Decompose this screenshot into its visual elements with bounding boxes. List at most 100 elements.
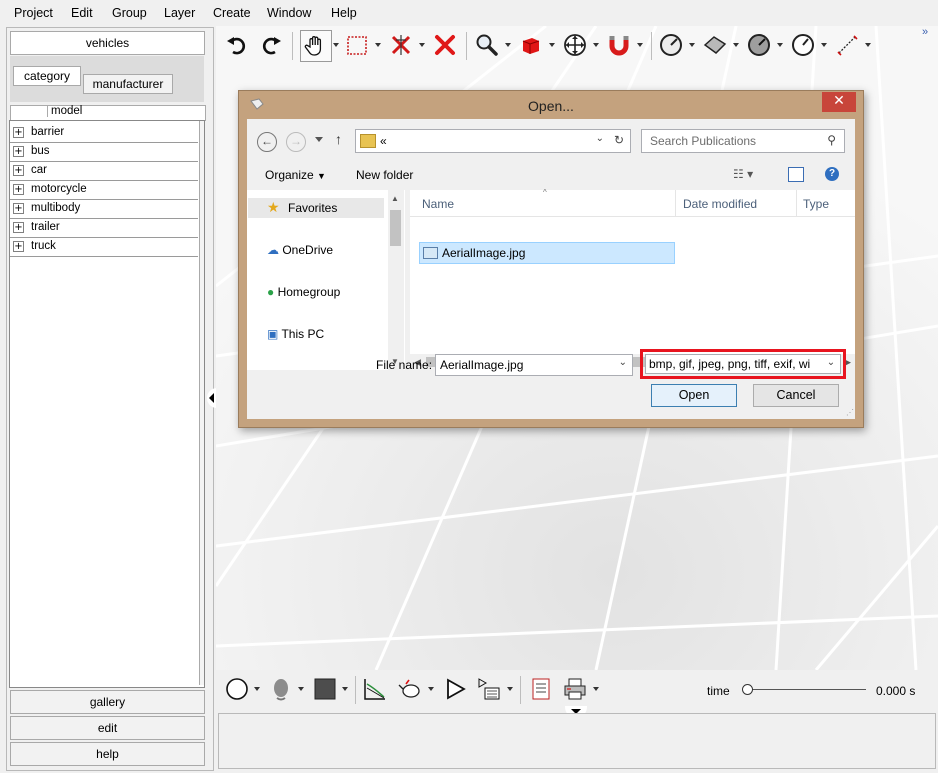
gauge-dropdown-icon[interactable]: [821, 43, 827, 47]
zoom-dropdown-icon[interactable]: [505, 43, 511, 47]
resize-grip-icon[interactable]: ⋰: [846, 408, 854, 417]
nav-item-homegroup[interactable]: ● Homegroup: [267, 285, 340, 299]
search-box[interactable]: Search Publications ⚲: [641, 129, 845, 153]
surface-button[interactable]: [702, 32, 728, 58]
file-row[interactable]: AerialImage.jpg: [419, 242, 675, 264]
close-button[interactable]: ✕: [822, 92, 856, 112]
up-folder-icon[interactable]: ↑: [335, 131, 342, 147]
chevron-down-icon[interactable]: ⌄: [596, 133, 604, 144]
chevron-down-icon[interactable]: ⌄: [822, 355, 840, 373]
print-button[interactable]: [562, 676, 588, 702]
expand-icon[interactable]: +: [13, 222, 24, 233]
chevron-down-icon[interactable]: ⌄: [619, 357, 627, 368]
expand-icon[interactable]: +: [13, 127, 24, 138]
help-icon[interactable]: ?: [825, 167, 839, 181]
tree-item-trailer[interactable]: + trailer: [10, 219, 198, 238]
animation-button[interactable]: [476, 676, 502, 702]
tab-gallery[interactable]: gallery: [10, 690, 205, 714]
column-name[interactable]: Name: [422, 197, 454, 211]
nav-item-onedrive[interactable]: ☁ OneDrive: [267, 243, 333, 257]
shape-dropdown-icon[interactable]: [254, 687, 260, 691]
delete-button[interactable]: [432, 32, 458, 58]
tab-help[interactable]: help: [10, 742, 205, 766]
column-header-model[interactable]: model: [10, 105, 206, 121]
menu-project[interactable]: Project: [14, 6, 53, 20]
back-button[interactable]: ←: [257, 132, 277, 152]
simulate-dropdown-icon[interactable]: [428, 687, 434, 691]
object-dropdown-icon[interactable]: [549, 43, 555, 47]
angle-button[interactable]: [746, 32, 772, 58]
delete-vertex-dropdown-icon[interactable]: [419, 43, 425, 47]
pan-dropdown-icon[interactable]: [333, 43, 339, 47]
tree-item-bus[interactable]: + bus: [10, 143, 198, 162]
nav-scroll-thumb[interactable]: [390, 210, 401, 246]
column-type[interactable]: Type: [803, 197, 829, 211]
tree-item-multibody[interactable]: + multibody: [10, 200, 198, 219]
expand-icon[interactable]: +: [13, 203, 24, 214]
tree-item-motorcycle[interactable]: + motorcycle: [10, 181, 198, 200]
file-name-input[interactable]: AerialImage.jpg ⌄: [435, 354, 633, 376]
cancel-button[interactable]: Cancel: [753, 384, 839, 407]
undo-button[interactable]: [224, 32, 250, 58]
tree-item-barrier[interactable]: + barrier: [10, 124, 198, 143]
new-folder-button[interactable]: New folder: [356, 168, 413, 182]
surface-dropdown-icon[interactable]: [733, 43, 739, 47]
pan-button[interactable]: [300, 30, 332, 62]
time-slider-thumb[interactable]: [742, 684, 753, 695]
menu-create[interactable]: Create: [213, 6, 251, 20]
character-button[interactable]: [268, 676, 294, 702]
forward-button[interactable]: →: [286, 132, 306, 152]
select-button[interactable]: [344, 32, 370, 58]
refresh-icon[interactable]: ↻: [614, 133, 624, 147]
address-bar[interactable]: « ⌄ ↻: [355, 129, 631, 153]
menu-help[interactable]: Help: [331, 6, 357, 20]
character-dropdown-icon[interactable]: [298, 687, 304, 691]
preview-pane-icon[interactable]: [788, 167, 804, 182]
menu-layer[interactable]: Layer: [164, 6, 195, 20]
delete-vertex-button[interactable]: [388, 32, 414, 58]
color-button[interactable]: [312, 676, 338, 702]
time-slider[interactable]: [742, 684, 866, 695]
open-button[interactable]: Open: [651, 384, 737, 407]
tab-category[interactable]: category: [13, 66, 81, 86]
move-dropdown-icon[interactable]: [593, 43, 599, 47]
tab-edit[interactable]: edit: [10, 716, 205, 740]
color-dropdown-icon[interactable]: [342, 687, 348, 691]
expand-icon[interactable]: +: [13, 146, 24, 157]
menu-group[interactable]: Group: [112, 6, 147, 20]
tab-manufacturer[interactable]: manufacturer: [83, 74, 173, 94]
recent-dropdown-icon[interactable]: [315, 137, 323, 142]
measure-dropdown-icon[interactable]: [689, 43, 695, 47]
tab-vehicles[interactable]: vehicles: [10, 31, 205, 55]
angle-dropdown-icon[interactable]: [777, 43, 783, 47]
select-dropdown-icon[interactable]: [375, 43, 381, 47]
play-button[interactable]: [442, 676, 468, 702]
expand-icon[interactable]: +: [13, 184, 24, 195]
tree-item-truck[interactable]: + truck: [10, 238, 198, 257]
tree-item-car[interactable]: + car: [10, 162, 198, 181]
snap-button[interactable]: [606, 32, 632, 58]
organize-button[interactable]: Organize ▼: [265, 168, 326, 182]
move-button[interactable]: [562, 32, 588, 58]
ruler-button[interactable]: [834, 32, 860, 58]
path-button[interactable]: [362, 676, 388, 702]
snap-dropdown-icon[interactable]: [637, 43, 643, 47]
file-type-select[interactable]: bmp, gif, jpeg, png, tiff, exif, wi ⌄: [645, 354, 841, 374]
zoom-button[interactable]: [474, 32, 500, 58]
report-button[interactable]: [528, 676, 554, 702]
ruler-dropdown-icon[interactable]: [865, 43, 871, 47]
menu-window[interactable]: Window: [267, 6, 311, 20]
chevron-up-icon[interactable]: ▲: [391, 194, 399, 203]
view-options-icon[interactable]: ☷ ▾: [733, 167, 753, 181]
gauge-button[interactable]: [790, 32, 816, 58]
column-date-modified[interactable]: Date modified: [683, 197, 757, 211]
expand-icon[interactable]: +: [13, 165, 24, 176]
nav-item-this-pc[interactable]: ▣ This PC: [267, 327, 324, 341]
animation-dropdown-icon[interactable]: [507, 687, 513, 691]
shape-button[interactable]: [224, 676, 250, 702]
redo-button[interactable]: [258, 32, 284, 58]
measure-button[interactable]: [658, 32, 684, 58]
menu-edit[interactable]: Edit: [71, 6, 93, 20]
expand-icon[interactable]: +: [13, 241, 24, 252]
print-dropdown-icon[interactable]: [593, 687, 599, 691]
